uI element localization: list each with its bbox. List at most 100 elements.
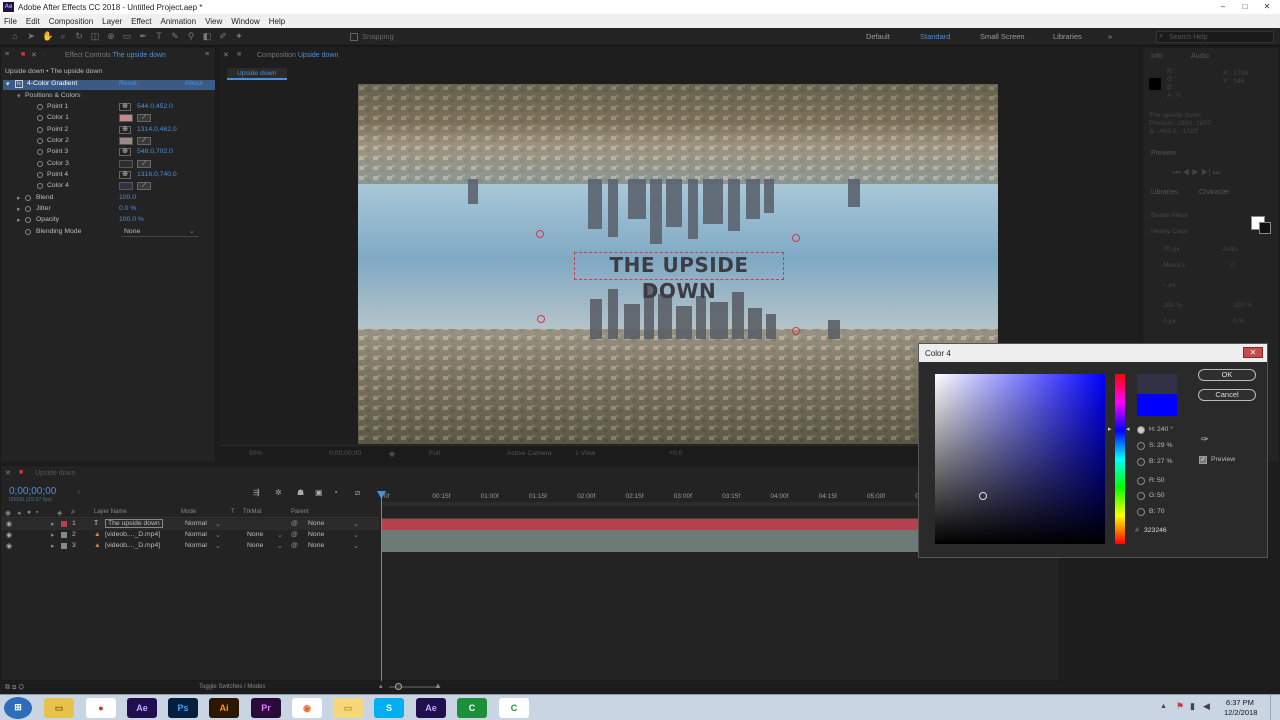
stopwatch-icon[interactable]	[37, 149, 43, 156]
tray-network-icon[interactable]: ⚑	[1176, 701, 1184, 712]
hue-radio[interactable]	[1137, 426, 1145, 434]
comp-mini-flowchart-icon[interactable]: ⇶	[253, 488, 260, 497]
draft-3d-icon[interactable]: ✲	[275, 488, 282, 497]
stroke-color-swatch[interactable]	[1259, 222, 1271, 234]
hue-value[interactable]: 240 °	[1157, 426, 1173, 433]
tray-up-arrow-icon[interactable]: ▲	[1160, 703, 1167, 710]
lock-icon[interactable]: ■	[21, 51, 25, 58]
effect-controls-tab[interactable]: Effect Controls The upside down	[65, 52, 166, 59]
pen-tool-icon[interactable]: ✒	[138, 31, 148, 42]
tsume-value[interactable]: 0 %	[1233, 318, 1245, 325]
brightness-radio[interactable]	[1137, 458, 1145, 466]
minimize-button[interactable]: –	[1214, 2, 1232, 12]
menu-file[interactable]: File	[0, 14, 22, 26]
workspace-libraries[interactable]: Libraries	[1053, 32, 1082, 41]
eyedropper-icon[interactable]: ⟋	[137, 114, 151, 123]
eyedropper-icon[interactable]: ⟋	[137, 159, 151, 168]
workspace-overflow-icon[interactable]: »	[1108, 32, 1112, 41]
pickwhip-icon[interactable]: @	[291, 531, 298, 538]
brush-tool-icon[interactable]: ✎	[170, 31, 180, 42]
layer-mode-dropdown[interactable]: Normal	[185, 531, 207, 538]
camera-tool-icon[interactable]: ◫	[90, 31, 100, 42]
zoom-slider-handle[interactable]	[395, 683, 402, 690]
parent-dropdown[interactable]: None	[308, 531, 324, 538]
timeline-close-icon[interactable]: ✕	[5, 469, 11, 477]
libraries-tab[interactable]: Libraries	[1151, 189, 1178, 196]
taskbar-camtasia-2-icon[interactable]: C	[499, 698, 529, 718]
blending-mode-dropdown[interactable]: None ⌄	[121, 227, 199, 237]
cancel-button[interactable]: Cancel	[1198, 389, 1256, 401]
leading-value[interactable]: Auto	[1223, 246, 1237, 253]
stopwatch-icon[interactable]	[37, 171, 43, 178]
views-dropdown[interactable]: 1 View	[575, 450, 595, 457]
trkmat-dropdown[interactable]: None	[247, 531, 263, 538]
opacity-value[interactable]: 100.0 %	[119, 216, 144, 223]
point-value[interactable]: 1316.0,740.0	[137, 171, 177, 178]
stopwatch-icon[interactable]	[37, 126, 43, 133]
collapse-icon[interactable]: ▾	[6, 80, 9, 88]
saturation-brightness-field[interactable]	[935, 374, 1105, 544]
point-3-handle[interactable]	[537, 315, 545, 323]
point-target-icon[interactable]: ⊕	[119, 125, 131, 134]
clone-stamp-tool-icon[interactable]: ⚲	[186, 31, 196, 42]
color-field-cursor[interactable]	[979, 492, 987, 500]
zoom-out-icon[interactable]: ▴	[379, 682, 382, 690]
blending-mode-stopwatch-icon[interactable]	[25, 229, 31, 235]
green-radio[interactable]	[1137, 492, 1145, 500]
ok-button[interactable]: OK	[1198, 369, 1256, 381]
work-area-bar[interactable]	[381, 502, 921, 506]
type-tool-icon[interactable]: T	[154, 31, 164, 42]
font-style-dropdown[interactable]: Heavy Caps	[1151, 228, 1188, 235]
menu-composition[interactable]: Composition	[45, 14, 98, 26]
taskbar-premiere-icon[interactable]: Pr	[251, 698, 281, 718]
layer-name[interactable]: [videob...._D.mp4]	[105, 531, 160, 538]
taskbar-start-icon[interactable]: ⊞	[4, 697, 32, 719]
character-tab[interactable]: Character	[1199, 189, 1230, 196]
eye-icon[interactable]: ◉	[6, 531, 12, 539]
color-swatch[interactable]	[119, 182, 133, 191]
hue-slider-right-arrow[interactable]: ◂	[1126, 425, 1130, 433]
expand-arrow-icon[interactable]: ▸	[51, 520, 54, 528]
menu-animation[interactable]: Animation	[156, 14, 201, 26]
menu-layer[interactable]: Layer	[98, 14, 127, 26]
timeline-layer-row[interactable]: ◉ ▸ 3 ▲ [videob...._D.mp4] Normal ⌄ None ⌄ @ None ⌄	[1, 541, 379, 552]
menu-view[interactable]: View	[201, 14, 227, 26]
point-value[interactable]: 1314.0,462.0	[137, 126, 177, 133]
comp-panel-close-icon[interactable]: ✕	[223, 51, 229, 59]
opacity-expand-icon[interactable]: ▸	[17, 216, 20, 224]
taskbar-explorer-icon[interactable]: ▭	[44, 698, 74, 718]
zoom-tool-icon[interactable]: ⌕	[58, 31, 68, 42]
point-value[interactable]: 544.0,452.0	[137, 103, 173, 110]
saturation-value[interactable]: 29 %	[1157, 442, 1173, 449]
zoom-level[interactable]: 50%	[249, 450, 263, 457]
close-window-button[interactable]: ✕	[1258, 2, 1276, 12]
rectangle-tool-icon[interactable]: ▭	[122, 31, 132, 42]
taskbar-photoshop-icon[interactable]: Ps	[168, 698, 198, 718]
green-value[interactable]: 50	[1157, 492, 1165, 499]
jitter-value[interactable]: 0.0 %	[119, 205, 136, 212]
hex-value-input[interactable]: 323246	[1144, 527, 1167, 534]
layer-mode-dropdown[interactable]: Normal	[185, 520, 207, 527]
layer-label-color[interactable]	[61, 521, 67, 527]
comp-timecode[interactable]: 0;00;00;00	[329, 450, 361, 457]
taskbar-chrome-icon[interactable]: ●	[86, 698, 116, 718]
font-size-value[interactable]: 70 px	[1163, 246, 1180, 253]
timeline-comp-tab[interactable]: Upside down	[35, 470, 75, 477]
graph-editor-icon[interactable]: ⧄	[355, 488, 360, 498]
preview-tab[interactable]: Preview	[1151, 150, 1176, 157]
t-column[interactable]: T	[231, 509, 235, 515]
layer-name[interactable]: [videob...._D.mp4]	[105, 542, 160, 549]
timeline-lock-icon[interactable]: ■	[19, 469, 23, 476]
hue-slider[interactable]	[1115, 374, 1125, 544]
stopwatch-icon[interactable]	[37, 183, 43, 190]
audio-tab[interactable]: Audio	[1191, 53, 1209, 60]
parent-dropdown[interactable]: None	[308, 542, 324, 549]
taskbar-illustrator-icon[interactable]: Ai	[209, 698, 239, 718]
pickwhip-icon[interactable]: @	[291, 520, 298, 527]
eyedropper-icon[interactable]: ⟋	[137, 182, 151, 191]
horizontal-scale-value[interactable]: 100 %	[1233, 302, 1252, 309]
hue-slider-left-arrow[interactable]: ▸	[1108, 425, 1112, 433]
pickwhip-icon[interactable]: @	[291, 542, 298, 549]
info-tab[interactable]: Info	[1151, 53, 1163, 60]
parent-dropdown[interactable]: None	[308, 520, 324, 527]
